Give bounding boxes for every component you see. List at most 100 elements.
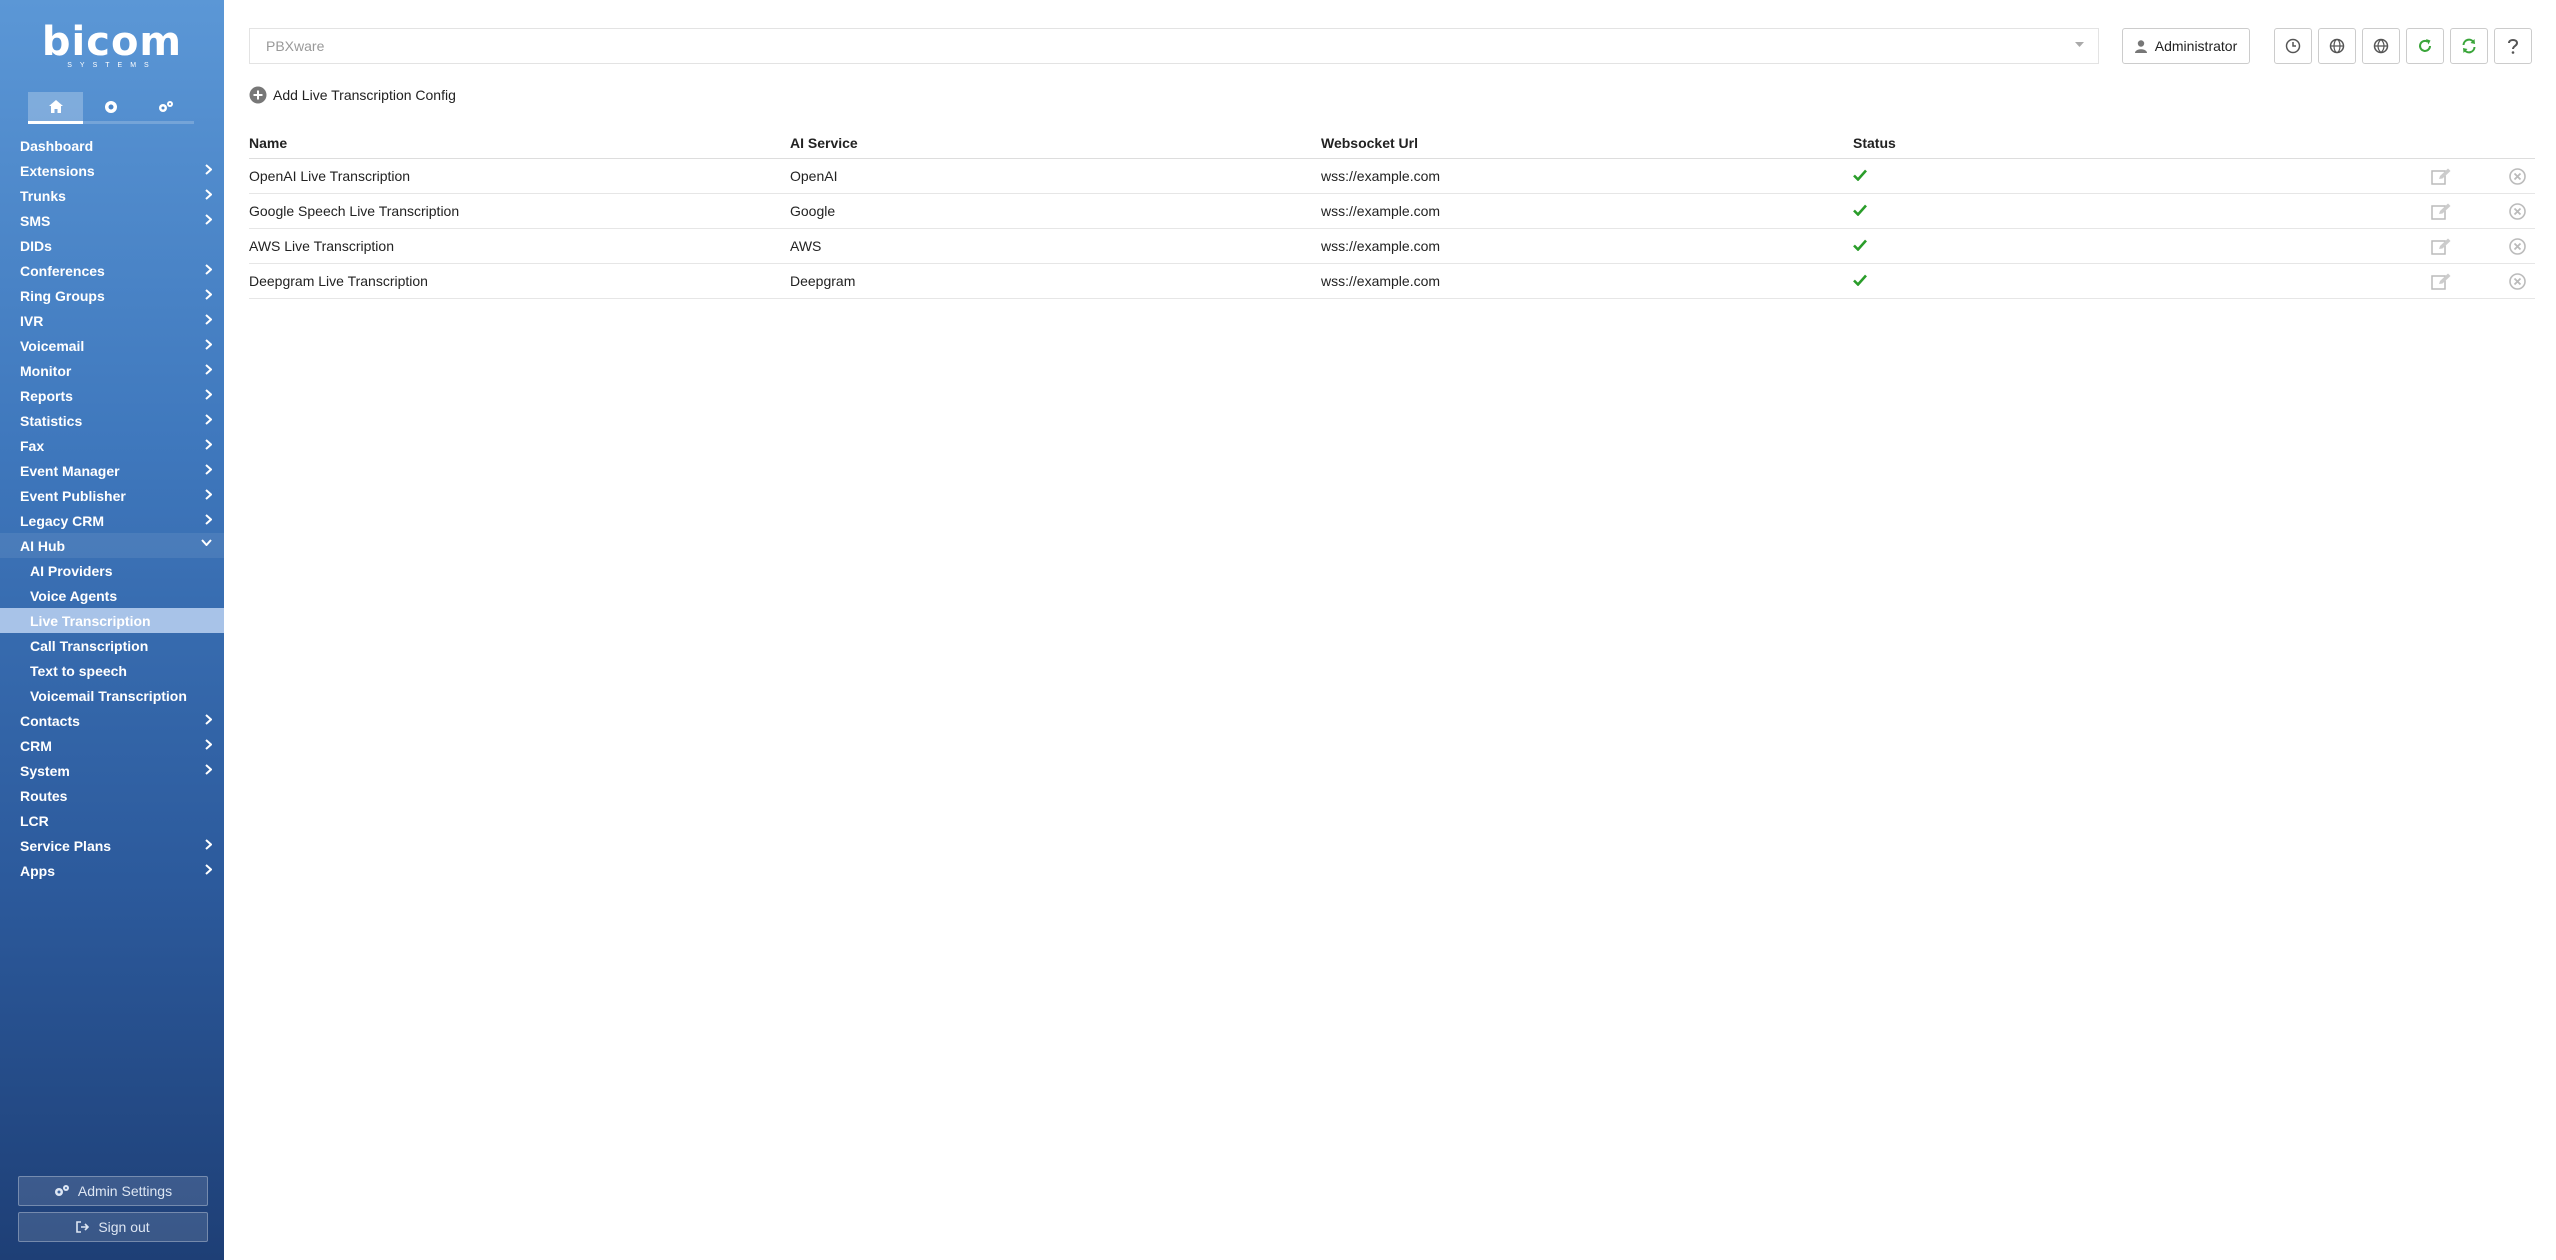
admin-settings-label: Admin Settings bbox=[77, 1183, 173, 1199]
header-ai-service[interactable]: AI Service bbox=[790, 135, 858, 151]
sidebar-item-contacts[interactable]: Contacts bbox=[0, 708, 224, 733]
tab-support[interactable] bbox=[83, 92, 139, 124]
sidebar-subitem-ai-providers[interactable]: AI Providers bbox=[0, 558, 224, 583]
sidebar-item-system[interactable]: System bbox=[0, 758, 224, 783]
lifebuoy-icon bbox=[104, 100, 117, 113]
cell-name: Google Speech Live Transcription bbox=[249, 203, 460, 219]
delete-icon[interactable] bbox=[2509, 238, 2526, 258]
chevron-right-icon bbox=[205, 714, 212, 725]
sign-out-icon bbox=[76, 1221, 90, 1233]
table-header: Name AI Service Websocket Url Status bbox=[249, 128, 2535, 159]
cell-websocket-url: wss://example.com bbox=[1321, 238, 1441, 254]
sidebar-item-conferences[interactable]: Conferences bbox=[0, 258, 224, 283]
sidebar-item-label: AI Hub bbox=[20, 537, 66, 554]
sidebar-item-event-manager[interactable]: Event Manager bbox=[0, 458, 224, 483]
cell-ai-service: AWS bbox=[790, 238, 822, 254]
add-config-link[interactable]: Add Live Transcription Config bbox=[249, 84, 456, 106]
tab-home[interactable] bbox=[28, 92, 84, 124]
sidebar-item-service-plans[interactable]: Service Plans bbox=[0, 833, 224, 858]
table-row[interactable]: AWS Live Transcription AWS wss://example.c… bbox=[249, 229, 2535, 264]
chevron-right-icon bbox=[205, 764, 212, 775]
sidebar-item-event-publisher[interactable]: Event Publisher bbox=[0, 483, 224, 508]
help-button[interactable] bbox=[2494, 28, 2532, 64]
sidebar-item-dids[interactable]: DIDs bbox=[0, 233, 224, 258]
sidebar-item-label: Contacts bbox=[20, 712, 80, 729]
cell-ai-service: OpenAI bbox=[790, 168, 838, 184]
sidebar-item-voicemail[interactable]: Voicemail bbox=[0, 333, 224, 358]
edit-icon[interactable] bbox=[2431, 273, 2451, 293]
admin-settings-button[interactable]: Admin Settings bbox=[18, 1176, 208, 1206]
delete-icon[interactable] bbox=[2509, 168, 2526, 188]
sidebar-item-reports[interactable]: Reports bbox=[0, 383, 224, 408]
sidebar-item-extensions[interactable]: Extensions bbox=[0, 158, 224, 183]
chevron-right-icon bbox=[205, 189, 212, 200]
header-websocket-url[interactable]: Websocket Url bbox=[1321, 135, 1418, 151]
sign-out-label: Sign out bbox=[98, 1219, 150, 1235]
sidebar-item-apps[interactable]: Apps bbox=[0, 858, 224, 883]
sidebar-item-label: Fax bbox=[20, 437, 45, 454]
status-check-icon bbox=[1853, 238, 1867, 254]
table-row[interactable]: Deepgram Live Transcription Deepgram wss:/… bbox=[249, 264, 2535, 299]
delete-icon[interactable] bbox=[2509, 273, 2526, 293]
sidebar-item-legacy-crm[interactable]: Legacy CRM bbox=[0, 508, 224, 533]
delete-icon[interactable] bbox=[2509, 203, 2526, 223]
sidebar-item-label: Trunks bbox=[20, 187, 66, 204]
sidebar-subitem-call-transcription[interactable]: Call Transcription bbox=[0, 633, 224, 658]
table-row[interactable]: OpenAI Live Transcription OpenAI wss://exa… bbox=[249, 159, 2535, 194]
reload-button[interactable] bbox=[2406, 28, 2444, 64]
caret-down-icon bbox=[2075, 42, 2084, 47]
status-check-icon bbox=[1853, 203, 1867, 219]
clock-icon bbox=[2285, 38, 2301, 54]
sidebar-item-label: Extensions bbox=[20, 162, 95, 179]
sidebar-item-ivr[interactable]: IVR bbox=[0, 308, 224, 333]
edit-icon[interactable] bbox=[2431, 168, 2451, 188]
sidebar-item-label: CRM bbox=[20, 737, 52, 754]
user-menu-button[interactable]: Administrator bbox=[2122, 28, 2250, 64]
clock-button[interactable] bbox=[2274, 28, 2312, 64]
network-button[interactable] bbox=[2318, 28, 2356, 64]
sync-icon bbox=[2462, 38, 2476, 54]
sidebar-item-dashboard[interactable]: Dashboard bbox=[0, 133, 224, 158]
sign-out-button[interactable]: Sign out bbox=[18, 1212, 208, 1242]
sidebar-item-trunks[interactable]: Trunks bbox=[0, 183, 224, 208]
chevron-right-icon bbox=[205, 439, 212, 450]
sidebar-item-label: Statistics bbox=[20, 412, 83, 429]
header-name[interactable]: Name bbox=[249, 135, 287, 151]
sidebar-item-ai-hub[interactable]: AI Hub bbox=[0, 533, 224, 558]
sidebar-item-sms[interactable]: SMS bbox=[0, 208, 224, 233]
edit-icon[interactable] bbox=[2431, 203, 2451, 223]
sidebar-item-label: Ring Groups bbox=[20, 287, 105, 304]
server-select[interactable]: PBXware bbox=[249, 28, 2099, 64]
language-button[interactable] bbox=[2362, 28, 2400, 64]
sidebar-subitem-voice-agents[interactable]: Voice Agents bbox=[0, 583, 224, 608]
table-row[interactable]: Google Speech Live Transcription Google ws… bbox=[249, 194, 2535, 229]
status-check-icon bbox=[1853, 168, 1867, 184]
sidebar-item-monitor[interactable]: Monitor bbox=[0, 358, 224, 383]
chevron-right-icon bbox=[205, 264, 212, 275]
header-status[interactable]: Status bbox=[1853, 135, 1896, 151]
sidebar-item-ring-groups[interactable]: Ring Groups bbox=[0, 283, 224, 308]
sidebar-item-label: IVR bbox=[20, 312, 44, 329]
gears-icon bbox=[159, 100, 174, 112]
sidebar-subitem-voicemail-transcription[interactable]: Voicemail Transcription bbox=[0, 683, 224, 708]
bicom-logo[interactable]: bicom SYSTEMS bbox=[0, 19, 224, 69]
reload-icon bbox=[2419, 39, 2431, 52]
sidebar-item-statistics[interactable]: Statistics bbox=[0, 408, 224, 433]
plus-circle-icon bbox=[249, 86, 267, 104]
add-config-label: Add Live Transcription Config bbox=[273, 87, 456, 103]
sidebar-item-crm[interactable]: CRM bbox=[0, 733, 224, 758]
sidebar-subitem-text-to-speech[interactable]: Text to speech bbox=[0, 658, 224, 683]
cell-name: Deepgram Live Transcription bbox=[249, 273, 428, 289]
sidebar-item-routes[interactable]: Routes bbox=[0, 783, 224, 808]
sync-button[interactable] bbox=[2450, 28, 2488, 64]
sidebar-item-label: System bbox=[20, 762, 70, 779]
sidebar-subitem-live-transcription[interactable]: Live Transcription bbox=[0, 608, 224, 633]
tab-settings[interactable] bbox=[138, 92, 194, 124]
edit-icon[interactable] bbox=[2431, 238, 2451, 258]
logo-text: bicom bbox=[41, 19, 183, 65]
sidebar-item-lcr[interactable]: LCR bbox=[0, 808, 224, 833]
sidebar-item-fax[interactable]: Fax bbox=[0, 433, 224, 458]
sidebar-item-label: Dashboard bbox=[20, 137, 94, 154]
chevron-right-icon bbox=[205, 214, 212, 225]
chevron-right-icon bbox=[205, 864, 212, 875]
